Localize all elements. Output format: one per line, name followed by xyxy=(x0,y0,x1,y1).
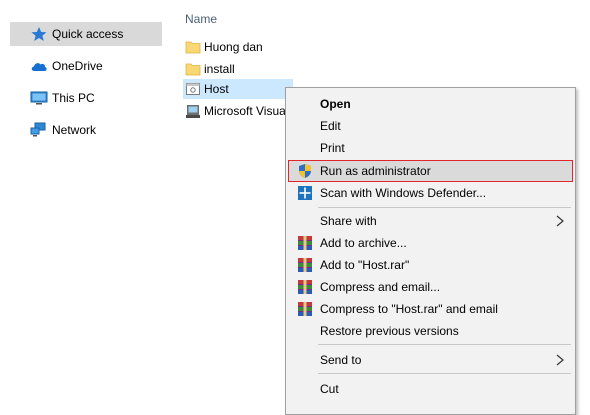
menu-item-label: Compress to "Host.rar" and email xyxy=(320,302,498,316)
nav-item-onedrive[interactable]: OneDrive xyxy=(10,54,162,78)
menu-item-add-to-archive[interactable]: Add to archive... xyxy=(288,232,573,254)
menu-item-label: Share with xyxy=(320,214,377,228)
menu-item-scan-windows-defender[interactable]: Scan with Windows Defender... xyxy=(288,182,573,204)
network-icon xyxy=(30,122,46,137)
menu-item-compress-to-host-rar-and-email[interactable]: Compress to "Host.rar" and email xyxy=(288,298,573,320)
menu-item-label: Open xyxy=(320,97,351,111)
menu-item-add-to-host-rar[interactable]: Add to "Host.rar" xyxy=(288,254,573,276)
file-item-label: install xyxy=(204,62,235,76)
nav-item-quick-access[interactable]: Quick access xyxy=(10,22,162,46)
chevron-right-icon xyxy=(556,354,564,366)
uac-shield-icon xyxy=(299,164,311,178)
chevron-right-icon xyxy=(556,215,564,227)
star-pin-icon xyxy=(31,27,47,41)
menu-item-label: Print xyxy=(320,141,345,155)
menu-item-label: Restore previous versions xyxy=(320,324,459,338)
menu-item-restore-previous-versions[interactable]: Restore previous versions xyxy=(288,320,573,342)
menu-item-label: Compress and email... xyxy=(320,280,441,294)
nav-item-label: Network xyxy=(52,123,97,137)
menu-item-label: Cut xyxy=(320,382,339,396)
context-menu: Open Edit Print Run as administrator Sca… xyxy=(285,87,576,415)
file-item-host[interactable]: Host xyxy=(183,79,293,99)
defender-icon xyxy=(298,186,312,200)
menu-item-open[interactable]: Open xyxy=(288,93,573,115)
installer-icon xyxy=(186,105,200,118)
folder-icon xyxy=(185,63,201,76)
menu-item-run-as-administrator[interactable]: Run as administrator xyxy=(288,160,573,182)
menu-item-label: Add to archive... xyxy=(320,236,407,250)
menu-item-compress-and-email[interactable]: Compress and email... xyxy=(288,276,573,298)
menu-item-label: Scan with Windows Defender... xyxy=(320,186,487,200)
menu-separator xyxy=(318,373,571,374)
menu-item-send-to[interactable]: Send to xyxy=(288,349,573,371)
computer-icon xyxy=(30,91,48,105)
menu-item-cut[interactable]: Cut xyxy=(288,378,573,400)
nav-item-label: This PC xyxy=(52,91,95,105)
menu-item-print[interactable]: Print xyxy=(288,137,573,159)
nav-item-label: OneDrive xyxy=(52,59,103,73)
menu-item-label: Send to xyxy=(320,353,362,367)
application-icon xyxy=(186,83,200,95)
menu-item-share-with[interactable]: Share with xyxy=(288,210,573,232)
nav-item-this-pc[interactable]: This PC xyxy=(10,86,162,110)
menu-separator xyxy=(318,207,571,208)
winrar-icon xyxy=(298,236,312,250)
file-item-label: Host xyxy=(204,82,229,96)
navigation-pane: Quick access OneDrive This PC Network xyxy=(0,0,170,415)
folder-icon xyxy=(185,41,201,54)
winrar-icon xyxy=(298,258,312,272)
nav-item-label: Quick access xyxy=(52,27,124,41)
winrar-icon xyxy=(298,280,312,294)
file-item-install[interactable]: install xyxy=(183,59,303,79)
menu-item-label: Edit xyxy=(320,119,341,133)
cloud-icon xyxy=(31,63,47,71)
winrar-icon xyxy=(298,302,312,316)
file-item-huong-dan[interactable]: Huong dan xyxy=(183,37,303,57)
file-item-microsoft-visual[interactable]: Microsoft Visua xyxy=(183,101,293,121)
menu-item-label: Run as administrator xyxy=(320,164,431,178)
menu-item-label: Add to "Host.rar" xyxy=(320,258,410,272)
file-item-label: Huong dan xyxy=(204,40,263,54)
menu-item-edit[interactable]: Edit xyxy=(288,115,573,137)
name-column-header[interactable]: Name xyxy=(185,12,217,26)
menu-separator xyxy=(318,344,571,345)
nav-item-network[interactable]: Network xyxy=(10,118,162,142)
file-item-label: Microsoft Visua xyxy=(204,104,286,118)
